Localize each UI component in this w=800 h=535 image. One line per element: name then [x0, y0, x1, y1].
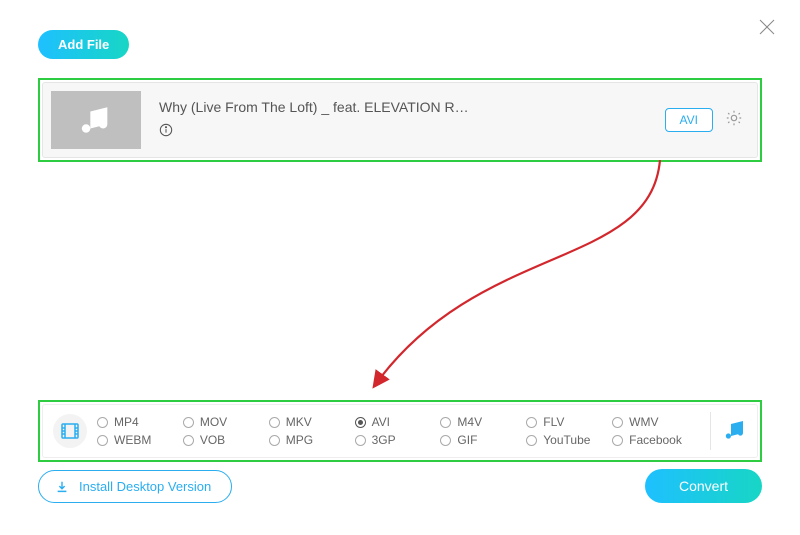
format-label: WEBM [114, 433, 151, 447]
radio-icon [183, 435, 194, 446]
file-card-highlight: Why (Live From The Loft) _ feat. ELEVATI… [38, 78, 762, 162]
format-label: MP4 [114, 415, 139, 429]
format-option-mov[interactable]: MOV [183, 415, 269, 429]
radio-icon [526, 417, 537, 428]
format-option-facebook[interactable]: Facebook [612, 433, 698, 447]
close-icon [758, 18, 776, 36]
music-note-icon [723, 417, 747, 441]
radio-icon [355, 417, 366, 428]
install-desktop-button[interactable]: Install Desktop Version [38, 470, 232, 503]
info-icon [159, 123, 173, 137]
format-option-gif[interactable]: GIF [440, 433, 526, 447]
output-format-badge[interactable]: AVI [665, 108, 713, 132]
radio-icon [440, 435, 451, 446]
format-label: VOB [200, 433, 225, 447]
annotation-arrow [360, 160, 680, 400]
add-file-button[interactable]: Add File [38, 30, 129, 59]
format-label: GIF [457, 433, 477, 447]
install-desktop-label: Install Desktop Version [79, 479, 211, 494]
radio-icon [269, 435, 280, 446]
gear-icon [725, 109, 743, 127]
file-card: Why (Live From The Loft) _ feat. ELEVATI… [42, 82, 758, 158]
format-label: Facebook [629, 433, 682, 447]
radio-icon [97, 435, 108, 446]
music-note-icon [79, 103, 113, 137]
radio-icon [440, 417, 451, 428]
file-thumbnail [51, 91, 141, 149]
format-option-vob[interactable]: VOB [183, 433, 269, 447]
format-label: MKV [286, 415, 312, 429]
format-label: MPG [286, 433, 313, 447]
radio-icon [526, 435, 537, 446]
radio-icon [612, 435, 623, 446]
settings-button[interactable] [725, 109, 743, 132]
radio-icon [183, 417, 194, 428]
formats-panel: MP4 MOV MKV AVI M4V FLV WMV WEBM VOB MPG 3GP GIF You… [42, 404, 758, 458]
format-label: AVI [372, 415, 390, 429]
format-label: WMV [629, 415, 658, 429]
radio-icon [355, 435, 366, 446]
format-option-youtube[interactable]: YouTube [526, 433, 612, 447]
close-button[interactable] [758, 18, 776, 41]
format-label: YouTube [543, 433, 590, 447]
format-option-webm[interactable]: WEBM [97, 433, 183, 447]
format-option-m4v[interactable]: M4V [440, 415, 526, 429]
format-option-mpg[interactable]: MPG [269, 433, 355, 447]
radio-icon [269, 417, 280, 428]
film-icon [60, 421, 80, 441]
file-title: Why (Live From The Loft) _ feat. ELEVATI… [159, 99, 665, 115]
format-option-3gp[interactable]: 3GP [355, 433, 441, 447]
formats-panel-highlight: MP4 MOV MKV AVI M4V FLV WMV WEBM VOB MPG 3GP GIF You… [38, 400, 762, 462]
format-label: FLV [543, 415, 564, 429]
audio-tab[interactable] [723, 417, 747, 446]
radio-icon [97, 417, 108, 428]
divider [710, 412, 711, 450]
format-option-avi[interactable]: AVI [355, 415, 441, 429]
format-label: MOV [200, 415, 227, 429]
info-button[interactable] [159, 123, 173, 142]
file-info: Why (Live From The Loft) _ feat. ELEVATI… [141, 99, 665, 142]
download-icon [55, 480, 69, 494]
radio-icon [612, 417, 623, 428]
video-tab[interactable] [53, 414, 87, 448]
format-label: 3GP [372, 433, 396, 447]
format-option-mp4[interactable]: MP4 [97, 415, 183, 429]
format-option-mkv[interactable]: MKV [269, 415, 355, 429]
convert-button[interactable]: Convert [645, 469, 762, 503]
format-label: M4V [457, 415, 482, 429]
format-option-wmv[interactable]: WMV [612, 415, 698, 429]
format-option-flv[interactable]: FLV [526, 415, 612, 429]
